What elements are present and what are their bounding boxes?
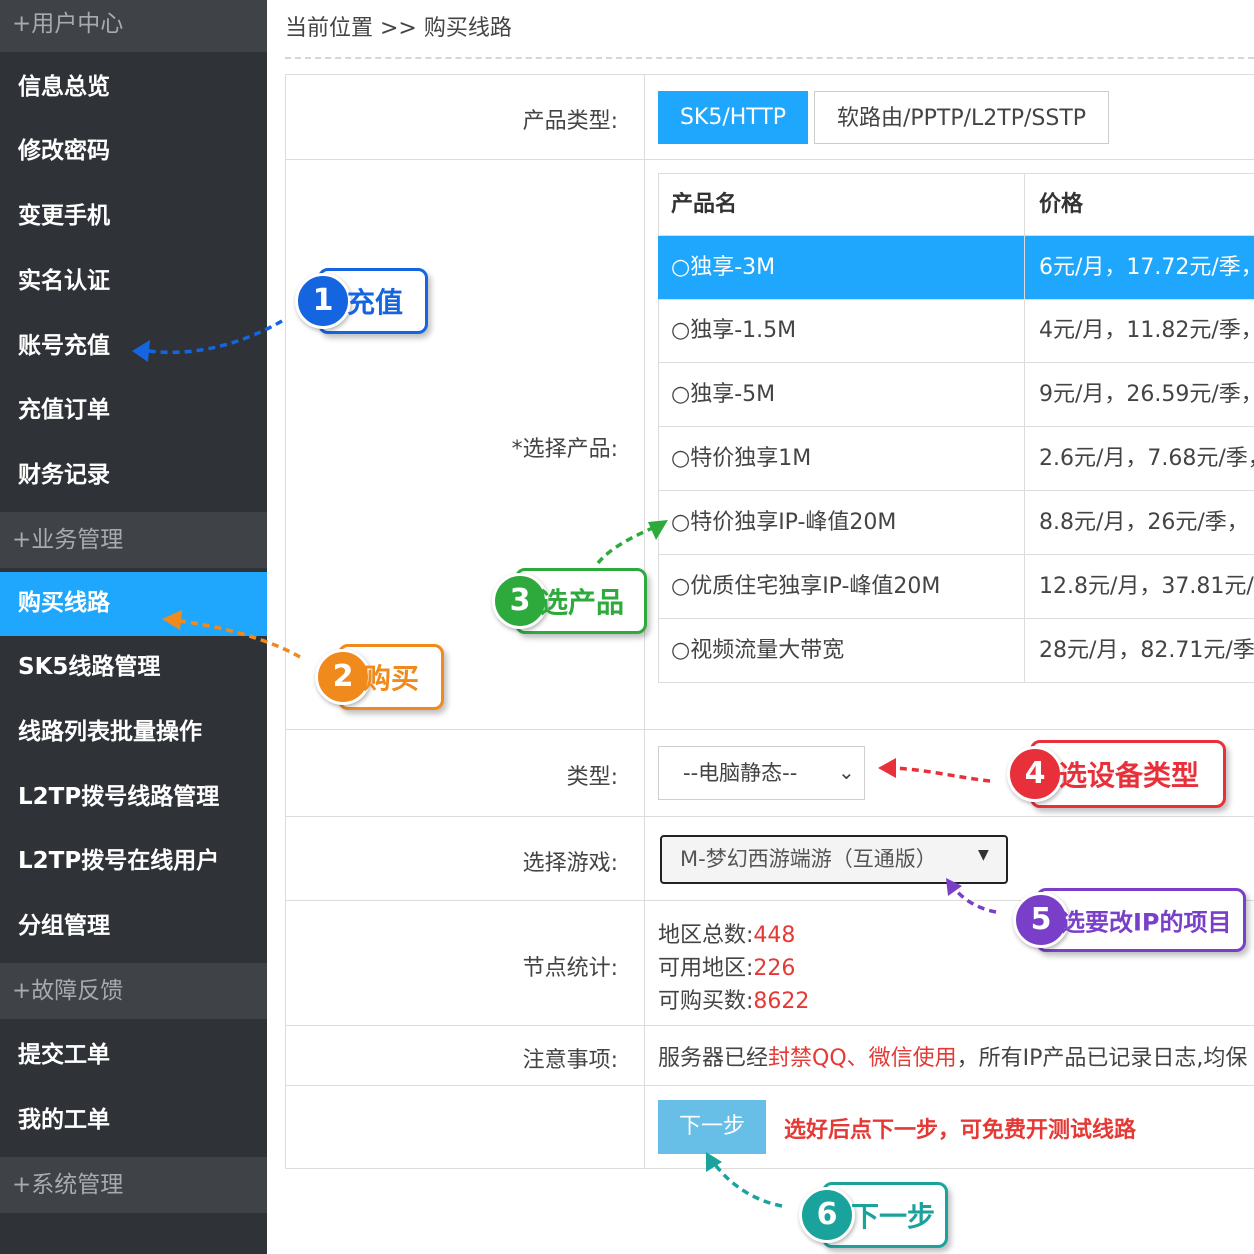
arrowhead-2 <box>162 610 182 630</box>
callout-select-project: 5 选要改IP的项目 <box>1013 888 1246 952</box>
arrow-2 <box>169 618 301 659</box>
callout-device-type: 4 选设备类型 <box>1007 740 1226 808</box>
arrow-4 <box>887 766 991 783</box>
arrowhead-1 <box>132 340 150 362</box>
callout-buy: 2 购买 <box>315 644 444 710</box>
arrow-1 <box>141 319 283 355</box>
callout-select-product: 3 选产品 <box>492 568 647 634</box>
callout-next-step: 6 下一步 <box>799 1182 948 1248</box>
arrow-5 <box>950 884 997 914</box>
callout-recharge: 1 充值 <box>295 268 428 334</box>
arrowhead-4 <box>878 758 896 778</box>
arrow-6 <box>710 1159 783 1208</box>
arrow-3 <box>596 523 661 565</box>
